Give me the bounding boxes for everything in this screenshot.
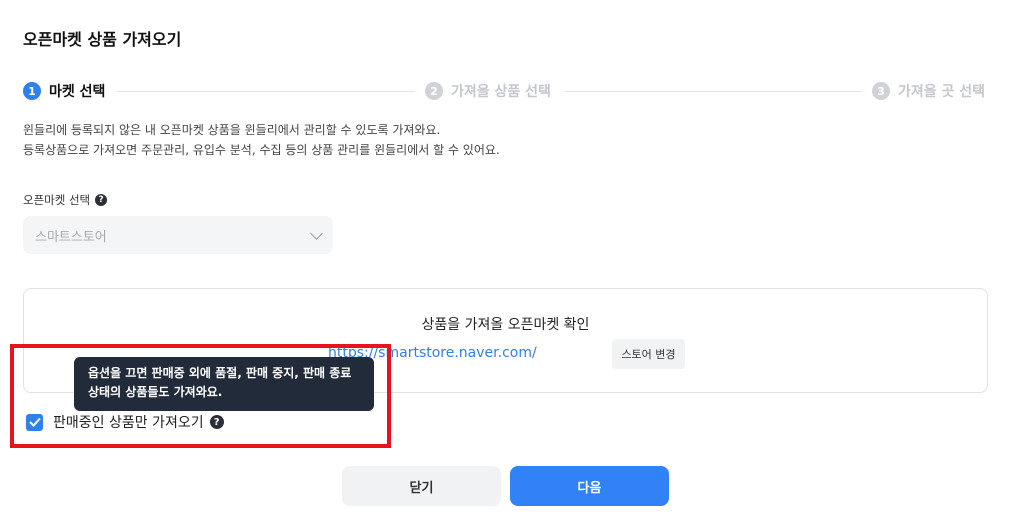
tooltip-line: 상태의 상품들도 가져와요. [88,385,223,399]
description-line: 등록상품으로 가져오면 주문관리, 유입수 분석, 수집 등의 상품 관리를 윈… [23,143,500,157]
step-connector [565,91,862,92]
question-icon[interactable]: ? [209,415,224,429]
market-select-dropdown[interactable]: 스마트스토어 [23,216,333,254]
description: 윈들리에 등록되지 않은 내 오픈마켓 상품을 윈들리에서 관리할 수 있도록 … [23,120,500,160]
step-number-3: 3 [872,82,890,100]
next-button[interactable]: 다음 [510,466,669,506]
checkbox-label[interactable]: 판매중인 상품만 가져오기 [53,412,204,432]
tooltip: 옵션을 끄면 판매중 외에 품절, 판매 중지, 판매 종료 상태의 상품들도 … [74,357,374,411]
check-icon [28,417,41,427]
chevron-down-icon [310,226,323,240]
step-market-select: 1 마켓 선택 [23,81,105,101]
page-title: 오픈마켓 상품 가져오기 [23,30,182,49]
market-select-label: 오픈마켓 선택 ? [23,192,108,208]
question-icon[interactable]: ? [95,194,108,206]
step-product-select: 2 가져올 상품 선택 [425,81,551,101]
step-label: 마켓 선택 [49,84,106,100]
step-label: 가져올 곳 선택 [898,84,986,100]
step-number-1: 1 [23,82,41,100]
store-change-button[interactable]: 스토어 변경 [612,339,685,369]
step-number-2: 2 [425,82,443,100]
step-label: 가져올 상품 선택 [451,84,551,100]
tooltip-line: 옵션을 끄면 판매중 외에 품절, 판매 중지, 판매 종료 [88,366,352,380]
on-sale-only-option: 판매중인 상품만 가져오기 ? [26,412,224,432]
step-destination-select: 3 가져올 곳 선택 [872,81,985,101]
step-connector [117,91,415,92]
on-sale-only-checkbox[interactable] [26,413,43,431]
close-button[interactable]: 닫기 [342,466,501,506]
description-line: 윈들리에 등록되지 않은 내 오픈마켓 상품을 윈들리에서 관리할 수 있도록 … [23,123,441,137]
market-select-value: 스마트스토어 [35,229,107,245]
market-select-label-text: 오픈마켓 선택 [23,193,91,207]
card-title: 상품을 가져올 오픈마켓 확인 [421,317,590,333]
